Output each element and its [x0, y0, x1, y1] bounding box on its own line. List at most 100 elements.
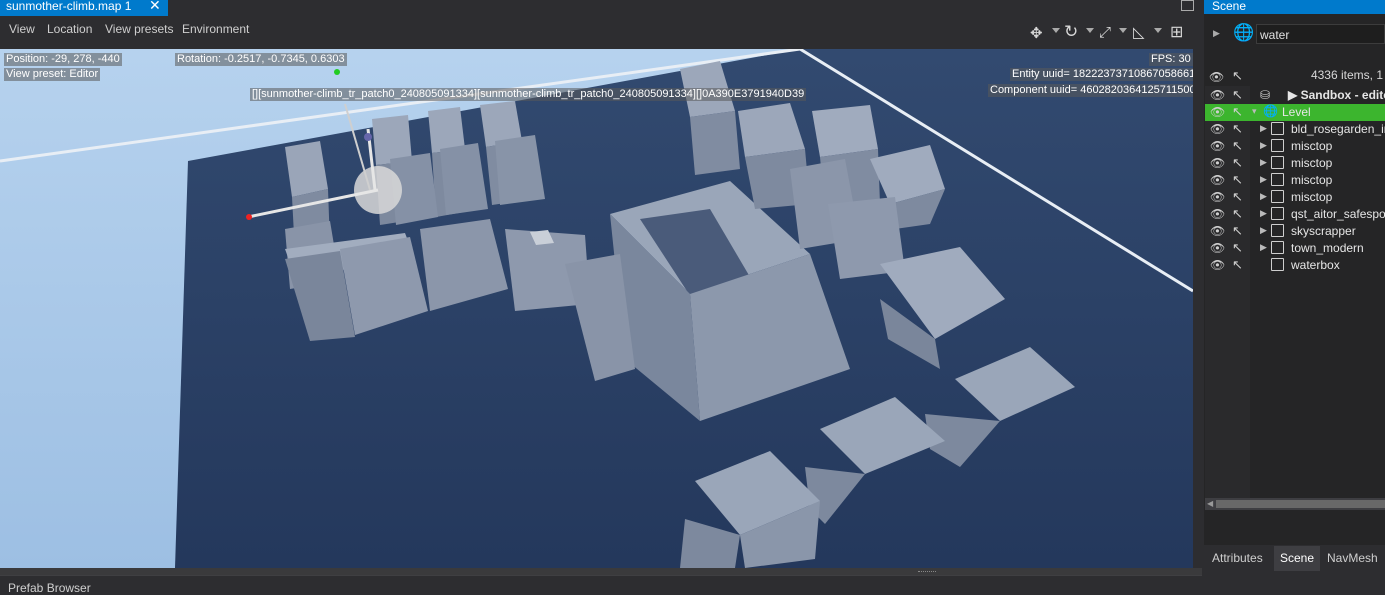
entity-icon [1271, 258, 1284, 271]
eye-icon[interactable]: 👁 [1210, 224, 1225, 238]
cursor-icon[interactable]: ↖ [1232, 87, 1243, 103]
globe-icon[interactable]: 🌐 [1233, 23, 1254, 43]
cursor-icon[interactable]: ↖ [1232, 257, 1243, 273]
cursor-icon[interactable]: ↖ [1232, 121, 1243, 137]
cursor-icon[interactable]: ↖ [1232, 155, 1243, 171]
eye-icon[interactable]: 👁 [1210, 88, 1225, 102]
chevron-down-icon[interactable]: ▾ [1252, 106, 1257, 117]
snap-angle-icon[interactable]: ◺ [1133, 23, 1145, 41]
prefab-browser-title[interactable]: Prefab Browser [8, 581, 91, 595]
tree-row[interactable]: 👁 ↖ ▶ qst_aitor_safespot [1205, 206, 1385, 223]
eye-icon[interactable]: 👁 [1210, 122, 1225, 136]
sandbox-icon: ⛁ [1260, 88, 1271, 102]
expand-arrow-icon[interactable]: ▶ [1260, 208, 1267, 219]
tree-row[interactable]: 👁 ↖ waterbox [1205, 257, 1385, 274]
entity-icon [1271, 122, 1284, 135]
entity-icon [1271, 139, 1284, 152]
tree-row[interactable]: 👁 ↖ ▶ skyscrapper [1205, 223, 1385, 240]
search-input[interactable]: water [1256, 24, 1385, 44]
eye-icon[interactable]: 👁 [1210, 241, 1225, 255]
cursor-icon[interactable]: ↖ [1232, 138, 1243, 154]
tree-row[interactable]: 👁 ↖ ▶ town_modern [1205, 240, 1385, 257]
close-icon[interactable]: ✕ [149, 0, 161, 13]
cursor-icon[interactable]: ↖ [1232, 104, 1243, 120]
tree-row-label: town_modern [1291, 241, 1364, 255]
cursor-icon[interactable]: ↖ [1232, 240, 1243, 256]
tree-row[interactable]: 👁 ↖ ▶ bld_rosegarden_in [1205, 121, 1385, 138]
cursor-icon[interactable]: ↖ [1232, 206, 1243, 222]
chevron-down-icon[interactable] [1052, 28, 1060, 33]
eye-icon[interactable]: 👁 [1210, 139, 1225, 153]
scale-tool-icon[interactable]: ⤢ [1099, 24, 1111, 41]
panel-footer [1204, 571, 1385, 589]
tree-row-label: waterbox [1291, 258, 1340, 272]
eye-icon[interactable]: 👁 [1210, 258, 1225, 272]
splitter[interactable] [0, 568, 1202, 575]
eye-icon[interactable]: 👁 [1210, 207, 1225, 221]
expand-arrow-icon[interactable]: ▶ [1260, 225, 1267, 236]
fps-counter: FPS: 30 [1149, 53, 1193, 66]
tab-attributes[interactable]: Attributes [1206, 546, 1269, 571]
eye-icon[interactable]: 👁 [1209, 70, 1224, 84]
expand-arrow-icon[interactable]: ▶ [1213, 28, 1220, 39]
3d-viewport[interactable]: Position: -29, 278, -440 View preset: Ed… [0, 49, 1193, 568]
tree-row[interactable]: 👁 ↖ ▶ misctop [1205, 138, 1385, 155]
expand-arrow-icon[interactable]: ▶ [1260, 174, 1267, 185]
scene-panel-header: Scene [1204, 0, 1385, 14]
expand-arrow-icon[interactable]: ▶ [1260, 242, 1267, 253]
tab-scene[interactable]: Scene [1274, 546, 1321, 571]
document-tab-bar [0, 0, 1202, 16]
menu-view-presets[interactable]: View presets [105, 22, 173, 36]
eye-icon[interactable]: 👁 [1210, 105, 1225, 119]
scene-panel-title: Scene [1212, 0, 1247, 13]
expand-arrow-icon[interactable]: ▶ [1260, 191, 1267, 202]
eye-icon[interactable]: 👁 [1210, 156, 1225, 170]
tree-row-label: misctop [1291, 139, 1333, 153]
scroll-left-icon[interactable]: ◀ [1207, 499, 1213, 508]
chevron-down-icon[interactable] [1154, 28, 1162, 33]
camera-position: Position: -29, 278, -440 [4, 53, 122, 66]
globe-icon: 🌐 [1263, 104, 1278, 118]
cursor-icon[interactable]: ↖ [1232, 68, 1243, 84]
viewport-scene [0, 49, 1193, 568]
tree-row-label: misctop [1291, 173, 1333, 187]
tree-row[interactable]: 👁 ↖ ▶ misctop [1205, 189, 1385, 206]
eye-icon[interactable]: 👁 [1210, 173, 1225, 187]
move-tool-icon[interactable]: ✥ [1030, 24, 1043, 42]
document-tab[interactable]: sunmother-climb.map 1 ✕ [0, 0, 168, 16]
cursor-icon[interactable]: ↖ [1232, 189, 1243, 205]
item-count: 4336 items, 1 [1310, 68, 1383, 82]
eye-icon[interactable]: 👁 [1210, 190, 1225, 204]
entity-icon [1271, 190, 1284, 203]
splitter-grip[interactable] [918, 571, 936, 574]
menu-view[interactable]: View [9, 22, 35, 36]
layout-grid-icon[interactable]: ⊞ [1170, 22, 1183, 42]
expand-arrow-icon[interactable]: ▶ [1260, 123, 1267, 134]
selected-entity-path: [][sunmother-climb_tr_patch0_24080509133… [250, 88, 807, 101]
rotate-tool-icon[interactable]: ↻ [1064, 22, 1078, 42]
expand-arrow-icon[interactable]: ▶ [1260, 157, 1267, 168]
tree-row-label: ▶ Sandbox - edito [1288, 88, 1385, 102]
entity-icon [1271, 156, 1284, 169]
entity-icon [1271, 224, 1284, 237]
scrollbar-thumb[interactable] [1216, 500, 1385, 508]
chevron-down-icon[interactable] [1086, 28, 1094, 33]
component-uuid: Component uuid= 4602820364125711500 [988, 84, 1193, 97]
tree-row-label: misctop [1291, 190, 1333, 204]
prefab-browser-header [0, 575, 1202, 590]
cursor-icon[interactable]: ↖ [1232, 223, 1243, 239]
tree-row[interactable]: 👁 ↖ ▶ misctop [1205, 172, 1385, 189]
tree-row-sandbox[interactable]: 👁 ↖ ⛁ ▶ Sandbox - edito [1205, 87, 1385, 104]
tree-row-level[interactable]: 👁 ↖ ▾ 🌐 Level [1205, 104, 1385, 121]
entity-uuid: Entity uuid= 18222373710867058661 [1010, 68, 1193, 81]
tree-row-label: skyscrapper [1291, 224, 1356, 238]
entity-icon [1271, 207, 1284, 220]
chevron-down-icon[interactable] [1119, 28, 1127, 33]
expand-arrow-icon[interactable]: ▶ [1260, 140, 1267, 151]
tab-navmesh[interactable]: NavMesh [1321, 546, 1384, 571]
maximize-icon[interactable] [1181, 0, 1194, 11]
menu-location[interactable]: Location [47, 22, 92, 36]
menu-environment[interactable]: Environment [182, 22, 249, 36]
cursor-icon[interactable]: ↖ [1232, 172, 1243, 188]
tree-row[interactable]: 👁 ↖ ▶ misctop [1205, 155, 1385, 172]
